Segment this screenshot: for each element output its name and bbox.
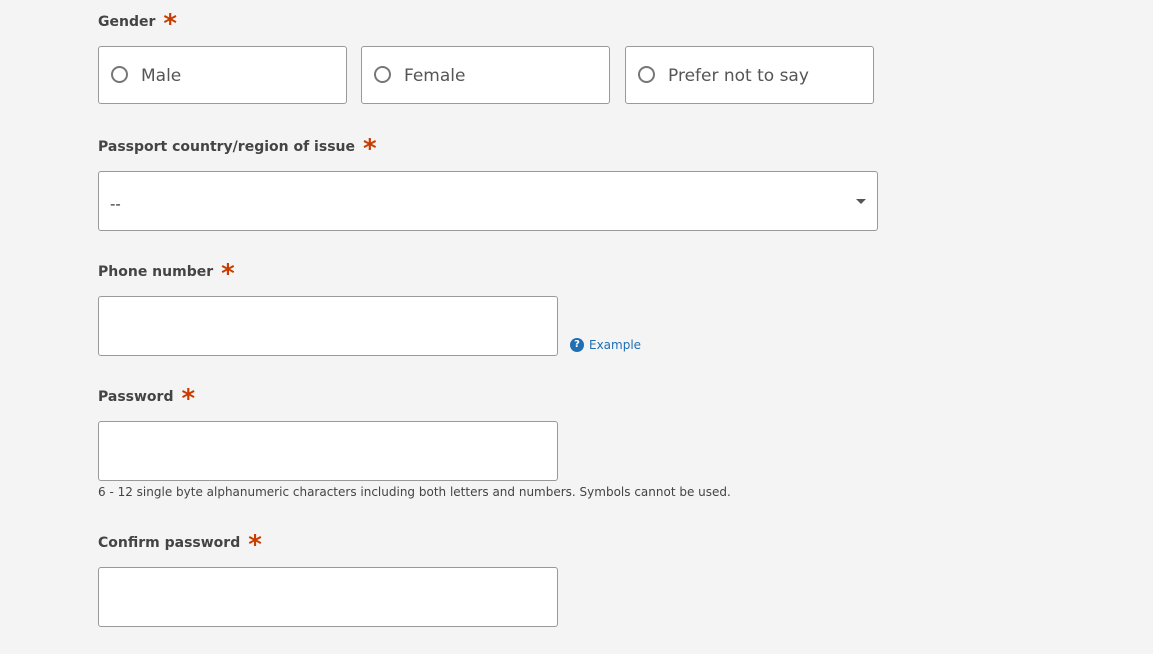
gender-option-label: Female xyxy=(404,66,466,86)
phone-example-link[interactable]: ? Example xyxy=(570,337,641,353)
caret-down-icon xyxy=(856,199,866,204)
phone-number-label: Phone number * xyxy=(98,259,235,289)
passport-country-label-text: Passport country/region of issue xyxy=(98,139,355,155)
gender-option-male[interactable]: Male xyxy=(98,46,347,104)
phone-number-label-text: Phone number xyxy=(98,264,214,280)
required-asterisk: * xyxy=(221,259,235,289)
radio-unselected-icon[interactable] xyxy=(638,66,655,83)
required-asterisk: * xyxy=(248,530,262,560)
password-label: Password * xyxy=(98,384,196,414)
passport-country-select[interactable]: -- xyxy=(98,171,878,231)
required-asterisk: * xyxy=(163,9,177,39)
question-circle-icon[interactable]: ? xyxy=(570,338,584,352)
radio-unselected-icon[interactable] xyxy=(374,66,391,83)
passport-country-label: Passport country/region of issue * xyxy=(98,134,377,164)
example-link-text[interactable]: Example xyxy=(589,337,641,353)
password-hint: 6 - 12 single byte alphanumeric characte… xyxy=(98,485,731,499)
gender-option-label: Prefer not to say xyxy=(668,66,809,86)
phone-number-input[interactable] xyxy=(98,296,558,356)
confirm-password-label-text: Confirm password xyxy=(98,535,241,551)
confirm-password-label: Confirm password * xyxy=(98,530,262,560)
required-asterisk: * xyxy=(181,384,196,414)
radio-unselected-icon[interactable] xyxy=(111,66,128,83)
gender-option-female[interactable]: Female xyxy=(361,46,610,104)
password-label-text: Password xyxy=(98,389,174,405)
passport-country-selected-value: -- xyxy=(110,195,121,213)
required-asterisk: * xyxy=(362,134,377,164)
gender-option-prefer-not-to-say[interactable]: Prefer not to say xyxy=(625,46,874,104)
gender-label-text: Gender xyxy=(98,14,156,30)
gender-label: Gender * xyxy=(98,9,177,39)
confirm-password-input[interactable] xyxy=(98,567,558,627)
gender-option-label: Male xyxy=(141,66,182,86)
password-input[interactable] xyxy=(98,421,558,481)
